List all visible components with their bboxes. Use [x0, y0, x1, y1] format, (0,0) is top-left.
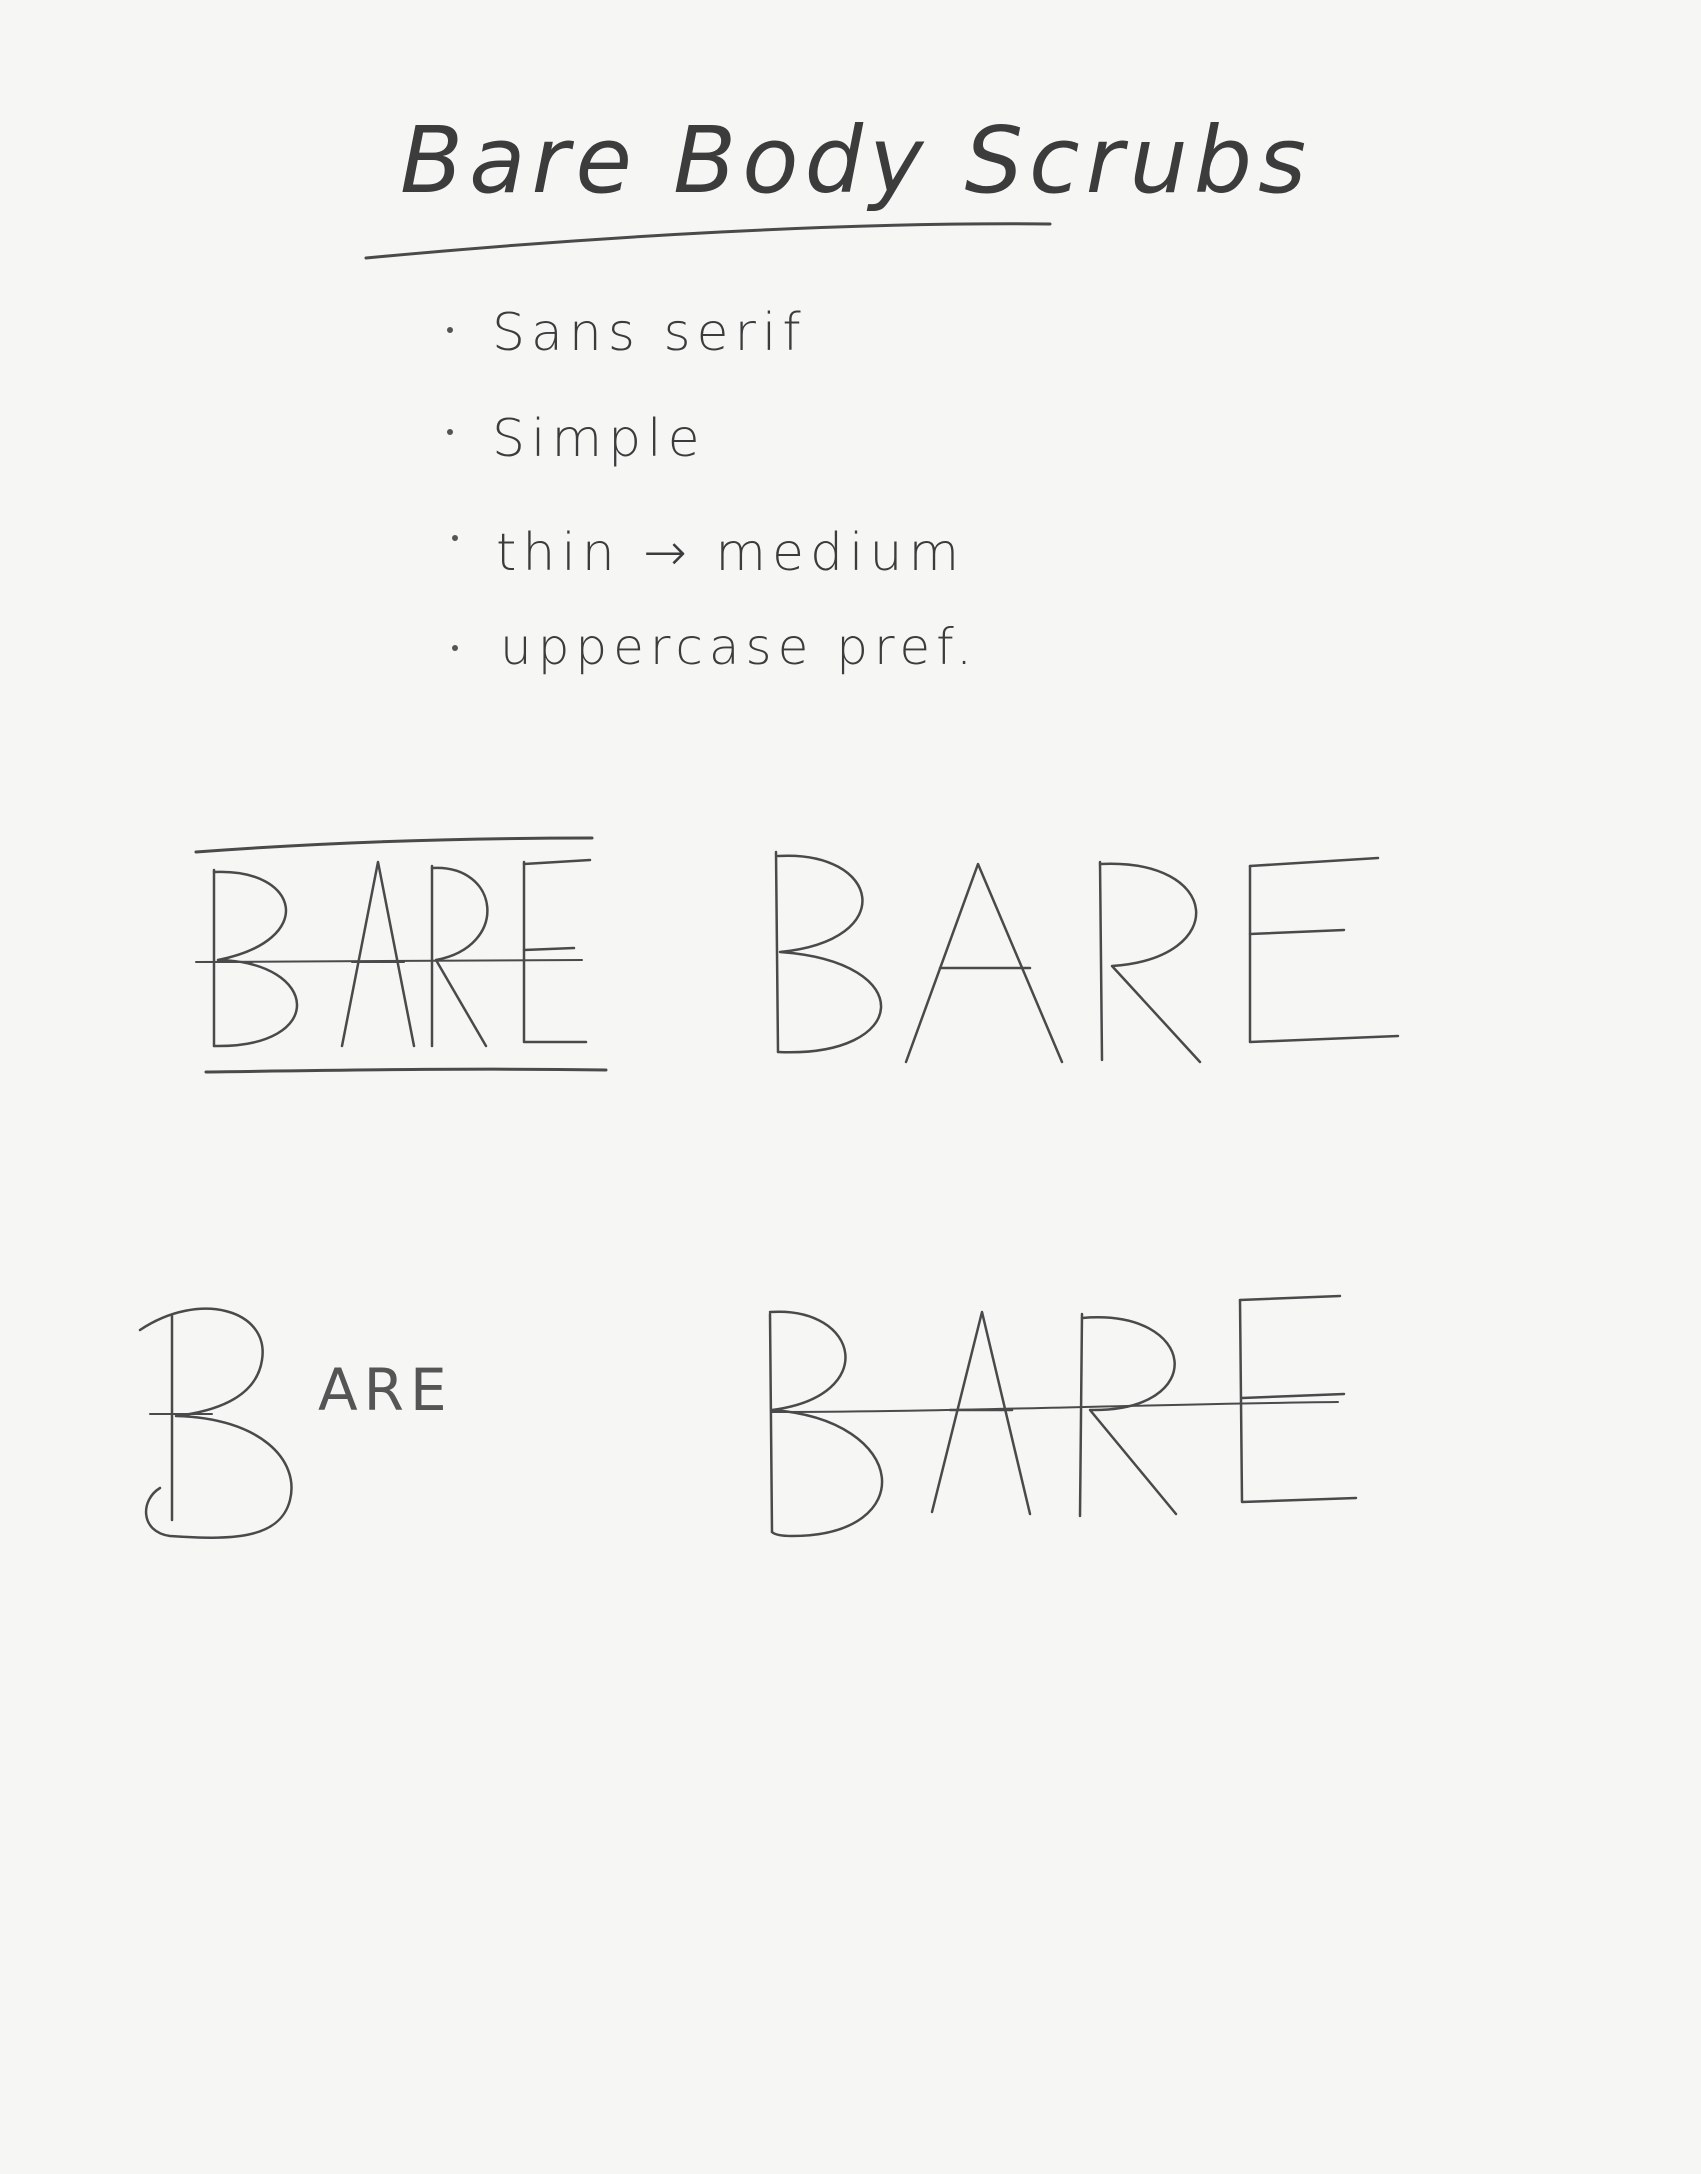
- letter-a-strokes: [340, 860, 416, 1048]
- strikethrough-line: [771, 1401, 1339, 1413]
- logo-sketch-initial: ARE: [138, 1307, 453, 1539]
- logo-sketch-strikethrough: [768, 1294, 1358, 1538]
- note-item: uppercase pref.: [500, 618, 978, 676]
- letter-b-bowls: [138, 1307, 293, 1539]
- e-top: [1238, 1294, 1342, 1302]
- letter-r-bowl-leg: [1098, 862, 1202, 1064]
- letter-e-stem: [1248, 864, 1400, 1044]
- note-item: Sans serif: [492, 303, 807, 363]
- note-item: thin → medium: [496, 523, 965, 583]
- logo-sketch-wide: [774, 850, 1400, 1064]
- letter-r-stem: [1098, 860, 1104, 1062]
- letter-a-strokes: [930, 1310, 1032, 1516]
- bullet-dot: [447, 429, 453, 435]
- bullet-dot: [452, 535, 458, 541]
- letter-e-stem: [522, 860, 588, 1044]
- letter-b-bowls: [776, 854, 883, 1054]
- bullet-dot: [452, 645, 458, 651]
- letter-a-strokes: [904, 862, 1064, 1064]
- letter-b-stem: [774, 850, 780, 1054]
- e-top: [1248, 856, 1380, 868]
- letter-e-stem: [1238, 1298, 1358, 1504]
- e-middle: [1240, 1392, 1346, 1400]
- bottom-rule: [204, 1067, 608, 1074]
- notes-list: Sans serif Simple thin → medium uppercas…: [447, 303, 978, 676]
- sketch-canvas: Bare Body Scrubs Sans serif Simple thin …: [138, 107, 1400, 1539]
- e-top: [522, 858, 592, 866]
- letter-b-bowls: [768, 1310, 884, 1538]
- top-rule: [194, 836, 594, 854]
- title-block: Bare Body Scrubs: [364, 107, 1312, 260]
- superscript-are: ARE: [318, 1356, 453, 1424]
- title-underline: [364, 222, 1052, 260]
- bullet-dot: [447, 327, 453, 333]
- paper-sheet: Bare Body Scrubs Sans serif Simple thin …: [0, 0, 1701, 2174]
- page-title: Bare Body Scrubs: [400, 107, 1312, 214]
- letter-r-bowl-leg: [430, 866, 489, 1048]
- e-middle: [522, 946, 576, 952]
- note-item: Simple: [492, 409, 706, 469]
- letter-r-stem: [1078, 1312, 1084, 1518]
- letter-b-bowls: [212, 870, 299, 1048]
- e-middle: [1248, 928, 1346, 936]
- letter-b-stem: [768, 1312, 774, 1534]
- logo-sketch-condensed-ruled: [194, 836, 608, 1074]
- letter-r-bowl-leg: [1080, 1316, 1178, 1516]
